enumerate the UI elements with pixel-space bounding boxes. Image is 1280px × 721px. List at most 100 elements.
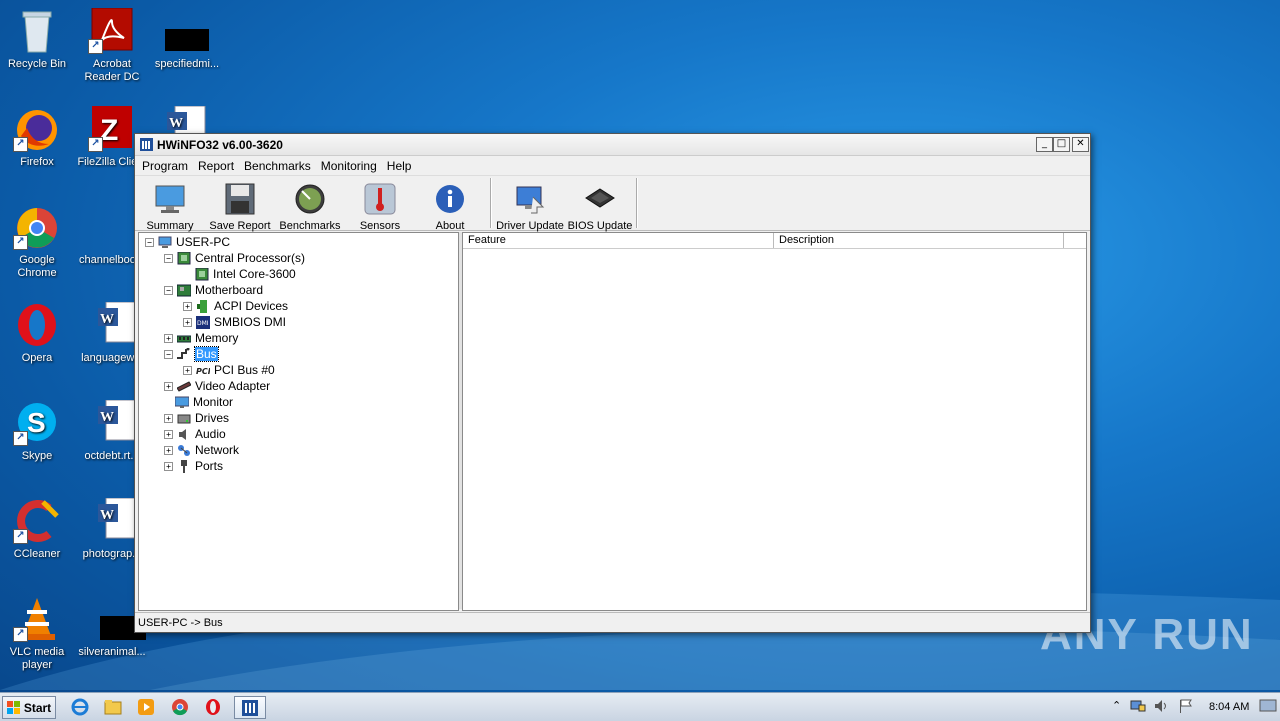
tree-node-intel-core[interactable]: Intel Core-3600: [195, 266, 296, 282]
taskbar-ie-button[interactable]: [68, 696, 92, 717]
toolbar-about-button[interactable]: About: [415, 182, 485, 232]
desktop-icon-label: CCleaner: [13, 548, 61, 560]
menu-help[interactable]: Help: [382, 156, 417, 175]
close-button[interactable]: ✕: [1072, 137, 1089, 152]
tree-node-video-adapter[interactable]: + Video Adapter: [164, 378, 270, 394]
floppy-icon: [223, 182, 257, 216]
tree-node-drives[interactable]: + Drives: [164, 410, 229, 426]
network-tray-icon[interactable]: [1130, 699, 1146, 713]
desktop-icon-ccleaner[interactable]: ↗ CCleaner: [0, 498, 74, 561]
device-tree[interactable]: − USER-PC − Central Processor(s) Intel C…: [138, 232, 459, 611]
memory-icon: [177, 335, 191, 342]
expand-toggle[interactable]: +: [164, 333, 173, 343]
expand-toggle[interactable]: +: [183, 301, 192, 311]
cpu-icon: [195, 267, 209, 280]
window-titlebar[interactable]: HWiNFO32 v6.00-3620 _ □ ✕: [135, 134, 1090, 156]
clock[interactable]: 8:04 AM: [1209, 701, 1249, 713]
desktop-icon-label: Opera: [21, 352, 53, 364]
start-button[interactable]: Start: [2, 696, 56, 719]
taskbar-explorer-button[interactable]: [101, 696, 125, 717]
network-icon: [178, 444, 190, 456]
desktop-icon-opera[interactable]: Opera: [0, 302, 74, 365]
expand-toggle[interactable]: +: [164, 429, 173, 439]
tree-node-pci-bus[interactable]: + PCI PCI Bus #0: [183, 362, 275, 378]
tree-node-central-processors[interactable]: − Central Processor(s): [164, 250, 305, 266]
menu-monitoring[interactable]: Monitoring: [316, 156, 382, 175]
show-desktop-icon[interactable]: [1259, 699, 1277, 713]
opera-icon: [206, 698, 220, 715]
tree-node-motherboard[interactable]: − Motherboard: [164, 282, 263, 298]
collapse-toggle[interactable]: −: [164, 253, 173, 263]
volume-icon[interactable]: [1154, 699, 1170, 713]
menu-report[interactable]: Report: [193, 156, 239, 175]
tree-node-label: Central Processor(s): [195, 251, 306, 265]
shortcut-arrow-icon: ↗: [88, 137, 103, 152]
column-header-description[interactable]: Description: [774, 233, 1064, 248]
toolbar-label: Sensors: [359, 220, 401, 232]
toolbar-benchmarks-button[interactable]: Benchmarks: [275, 182, 345, 232]
expand-toggle[interactable]: +: [164, 413, 173, 423]
desktop-icon-vlc[interactable]: ↗ VLC media player: [0, 596, 74, 672]
collapse-toggle[interactable]: −: [164, 285, 173, 295]
tree-node-label-selected: Bus: [194, 346, 219, 362]
svg-text:S: S: [27, 407, 46, 438]
action-center-flag-icon[interactable]: [1178, 699, 1194, 713]
hwinfo-app-icon: [242, 699, 258, 716]
taskbar-chrome-button[interactable]: [168, 696, 192, 717]
toolbar-label: About: [435, 220, 465, 232]
desktop-icon-firefox[interactable]: ↗ Firefox: [0, 106, 74, 169]
toolbar-save-report-button[interactable]: Save Report: [205, 182, 275, 232]
maximize-button[interactable]: □: [1053, 137, 1070, 152]
desktop-icon-recycle-bin[interactable]: Recycle Bin: [0, 8, 74, 71]
tree-node-bus[interactable]: − Bus: [164, 346, 219, 362]
desktop-icon-acrobat[interactable]: ↗ Acrobat Reader DC: [75, 7, 149, 84]
expand-toggle[interactable]: +: [164, 461, 173, 471]
toolbar-bios-update-button[interactable]: BIOS Update: [565, 182, 635, 232]
expand-toggle[interactable]: +: [183, 317, 192, 327]
tree-node-monitor[interactable]: Monitor: [175, 394, 233, 410]
expand-toggle[interactable]: +: [164, 445, 173, 455]
tree-node-ports[interactable]: + Ports: [164, 458, 223, 474]
tree-node-label: Motherboard: [195, 283, 264, 297]
desktop-icon-specifiedmi[interactable]: specifiedmi...: [150, 8, 224, 71]
expand-toggle[interactable]: +: [164, 381, 173, 391]
taskbar-media-player-button[interactable]: [134, 696, 158, 717]
opera-icon: [13, 302, 61, 348]
menu-bar: Program Report Benchmarks Monitoring Hel…: [135, 156, 1090, 176]
menu-program[interactable]: Program: [137, 156, 193, 175]
redacted-file-icon: [163, 8, 211, 54]
tray-expand-icon[interactable]: ⌃: [1112, 699, 1121, 712]
column-header-feature[interactable]: Feature: [463, 233, 774, 248]
minimize-button[interactable]: _: [1036, 137, 1053, 152]
collapse-toggle[interactable]: −: [145, 237, 154, 247]
tree-node-label: Ports: [195, 459, 224, 473]
status-text: USER-PC -> Bus: [138, 617, 223, 629]
svg-text:W: W: [169, 116, 183, 131]
svg-text:W: W: [100, 508, 114, 523]
chrome-icon: [172, 698, 188, 715]
desktop-icon-chrome[interactable]: ↗ Google Chrome: [0, 204, 74, 280]
svg-text:W: W: [100, 312, 114, 327]
tree-node-audio[interactable]: + Audio: [164, 426, 226, 442]
menu-benchmarks[interactable]: Benchmarks: [239, 156, 316, 175]
gauge-icon: [293, 182, 327, 216]
taskbar-opera-button[interactable]: [201, 696, 225, 717]
feature-list[interactable]: Feature Description: [462, 232, 1087, 611]
expand-toggle[interactable]: +: [183, 365, 192, 375]
hwinfo-window: HWiNFO32 v6.00-3620 _ □ ✕ Program Report…: [134, 133, 1091, 633]
desktop-icon-skype[interactable]: S ↗ Skype: [0, 400, 74, 463]
tree-node-memory[interactable]: + Memory: [164, 330, 238, 346]
shortcut-arrow-icon: ↗: [13, 235, 28, 250]
toolbar-summary-button[interactable]: Summary: [135, 182, 205, 232]
toolbar-driver-update-button[interactable]: Driver Update: [495, 182, 565, 232]
taskbar-hwinfo-button[interactable]: [234, 696, 266, 719]
tree-node-network[interactable]: + Network: [164, 442, 239, 458]
list-header: Feature Description: [463, 233, 1086, 249]
taskbar: Start ⌃ 8:04 AM: [0, 692, 1280, 721]
collapse-toggle[interactable]: −: [164, 349, 173, 359]
tree-node-smbios-dmi[interactable]: + DMI SMBIOS DMI: [183, 314, 286, 330]
toolbar-sensors-button[interactable]: Sensors: [345, 182, 415, 232]
tree-node-acpi-devices[interactable]: + ACPI Devices: [183, 298, 288, 314]
tree-node-user-pc[interactable]: − USER-PC: [145, 234, 230, 250]
toolbar-label: Driver Update: [496, 220, 564, 232]
